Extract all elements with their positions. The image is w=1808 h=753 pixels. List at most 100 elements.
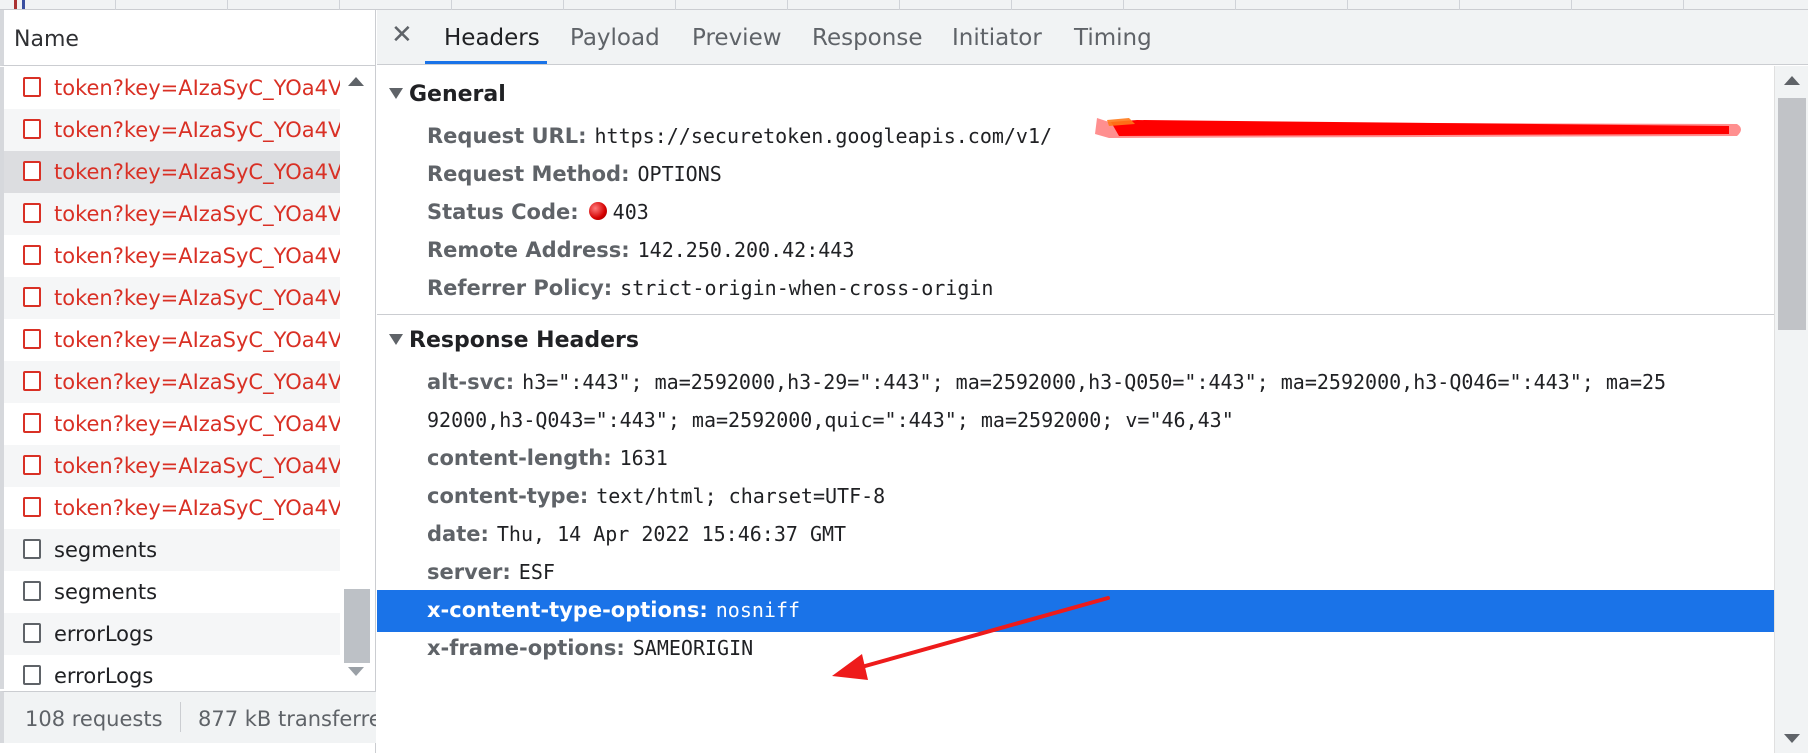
scroll-up-arrow-icon[interactable] — [348, 77, 364, 86]
timeline-tick — [1235, 0, 1236, 10]
request-name: token?key=AIzaSyC_YOa4V — [54, 412, 340, 436]
network-summary-bar: 108 requests 877 kB transferred — [0, 691, 376, 743]
header-value: text/html; charset=UTF-8 — [596, 484, 886, 508]
header-value: 1631 — [619, 446, 668, 470]
details-tabbar: ✕ Headers Payload Preview Response Initi… — [377, 10, 1808, 65]
close-icon[interactable]: ✕ — [391, 20, 413, 50]
request-type-icon — [23, 455, 41, 475]
request-type-icon — [23, 413, 41, 433]
request-name: token?key=AIzaSyC_YOa4V — [54, 286, 340, 310]
request-row[interactable]: token?key=AIzaSyC_YOa4V — [4, 445, 340, 487]
request-list-scrollbar[interactable] — [340, 67, 372, 689]
request-name: token?key=AIzaSyC_YOa4V — [54, 328, 340, 352]
header-key: content-type: — [427, 484, 589, 508]
scroll-down-arrow-icon[interactable] — [348, 667, 364, 676]
timeline-tick — [1123, 0, 1124, 10]
tab-initiator[interactable]: Initiator — [952, 25, 1042, 51]
status-error-icon — [588, 202, 607, 220]
scroll-down-arrow-icon[interactable] — [1784, 734, 1800, 743]
request-row[interactable]: segments — [4, 571, 340, 613]
request-name: token?key=AIzaSyC_YOa4V — [54, 370, 340, 394]
section-divider — [377, 314, 1774, 315]
name-column-label: Name — [14, 27, 79, 52]
header-value: 142.250.200.42:443 — [637, 238, 855, 262]
request-type-icon — [23, 203, 41, 223]
request-row[interactable]: token?key=AIzaSyC_YOa4V — [4, 193, 340, 235]
header-value: ESF — [518, 560, 555, 584]
header-key: Request Method: — [427, 162, 630, 186]
tab-headers[interactable]: Headers — [444, 25, 540, 51]
request-row[interactable]: token?key=AIzaSyC_YOa4V — [4, 277, 340, 319]
header-value: https://securetoken.googleapis.com/v1/ — [594, 124, 1053, 148]
header-key: x-frame-options: — [427, 636, 625, 660]
triangle-down-icon — [389, 333, 403, 345]
request-name: segments — [54, 580, 158, 604]
referrer-policy-row: Referrer Policy: strict-origin-when-cross… — [427, 276, 993, 300]
header-key: date: — [427, 522, 489, 546]
request-row[interactable]: token?key=AIzaSyC_YOa4V — [4, 487, 340, 529]
headers-content: General Request URL: https://securetoken.… — [377, 66, 1774, 753]
record-indicator — [14, 0, 17, 9]
timeline-tick — [1459, 0, 1460, 10]
tab-response[interactable]: Response — [812, 25, 922, 51]
timeline-tick — [1571, 0, 1572, 10]
request-row[interactable]: token?key=AIzaSyC_YOa4V — [4, 109, 340, 151]
remote-address-row: Remote Address: 142.250.200.42:443 — [427, 238, 854, 262]
request-row[interactable]: errorLogs — [4, 655, 340, 689]
scrollbar-thumb[interactable] — [344, 589, 370, 663]
request-row[interactable]: token?key=AIzaSyC_YOa4V — [4, 361, 340, 403]
timeline-tick — [787, 0, 788, 10]
request-type-icon — [23, 245, 41, 265]
scroll-up-arrow-icon[interactable] — [1784, 76, 1800, 85]
tab-payload[interactable]: Payload — [570, 25, 660, 51]
request-type-icon — [23, 497, 41, 517]
request-row[interactable]: token?key=AIzaSyC_YOa4V — [4, 319, 340, 361]
request-name: segments — [54, 538, 158, 562]
request-type-icon — [23, 581, 41, 601]
content-type-row: content-type: text/html; charset=UTF-8 — [427, 484, 885, 508]
x-content-type-options-row[interactable]: x-content-type-options: nosniff — [377, 590, 1774, 632]
request-row[interactable]: token?key=AIzaSyC_YOa4V — [4, 67, 340, 109]
timeline-tick — [1011, 0, 1012, 10]
request-row[interactable]: token?key=AIzaSyC_YOa4V — [4, 403, 340, 445]
header-value: OPTIONS — [637, 162, 722, 186]
request-name: token?key=AIzaSyC_YOa4V — [54, 244, 340, 268]
request-name: token?key=AIzaSyC_YOa4V — [54, 76, 340, 100]
active-tab-indicator — [425, 61, 547, 64]
triangle-down-icon — [389, 87, 403, 99]
request-type-icon — [23, 665, 41, 685]
tab-preview[interactable]: Preview — [692, 25, 782, 51]
header-key: server: — [427, 560, 511, 584]
response-headers-section-toggle[interactable]: Response Headers — [389, 328, 639, 353]
header-value: SAMEORIGIN — [632, 636, 754, 660]
header-key: Remote Address: — [427, 238, 630, 262]
request-method-row: Request Method: OPTIONS — [427, 162, 722, 186]
alt-svc-row-continued: 92000,h3-Q043=":443"; ma=2592000,quic=":… — [427, 408, 1234, 432]
request-row[interactable]: token?key=AIzaSyC_YOa4V — [4, 151, 340, 193]
status-code-row: Status Code: 403 — [427, 200, 649, 224]
name-column-header[interactable]: Name — [0, 10, 376, 66]
date-row: date: Thu, 14 Apr 2022 15:46:37 GMT — [427, 522, 846, 546]
request-list-panel: Name token?key=AIzaSyC_YOa4V token?key=AI… — [0, 10, 376, 753]
request-name: errorLogs — [54, 664, 154, 688]
request-url-row: Request URL: https://securetoken.googleap… — [427, 124, 1052, 148]
request-type-icon — [23, 623, 41, 643]
details-scrollbar[interactable] — [1774, 66, 1808, 753]
x-frame-options-row: x-frame-options: SAMEORIGIN — [427, 636, 753, 660]
top-toolbar-strip — [0, 0, 1808, 10]
request-type-icon — [23, 287, 41, 307]
request-row[interactable]: token?key=AIzaSyC_YOa4V — [4, 235, 340, 277]
content-length-row: content-length: 1631 — [427, 446, 668, 470]
tab-timing[interactable]: Timing — [1074, 25, 1152, 51]
timeline-tick — [899, 0, 900, 10]
scrollbar-thumb[interactable] — [1778, 98, 1806, 330]
request-type-icon — [23, 119, 41, 139]
header-value: nosniff — [715, 598, 801, 622]
general-section-toggle[interactable]: General — [389, 82, 506, 107]
timeline-tick — [227, 0, 228, 10]
header-value: strict-origin-when-cross-origin — [620, 276, 994, 300]
request-row[interactable]: segments — [4, 529, 340, 571]
request-row[interactable]: errorLogs — [4, 613, 340, 655]
request-name: token?key=AIzaSyC_YOa4V — [54, 454, 340, 478]
transferred-size: 877 kB transferred — [198, 707, 376, 731]
